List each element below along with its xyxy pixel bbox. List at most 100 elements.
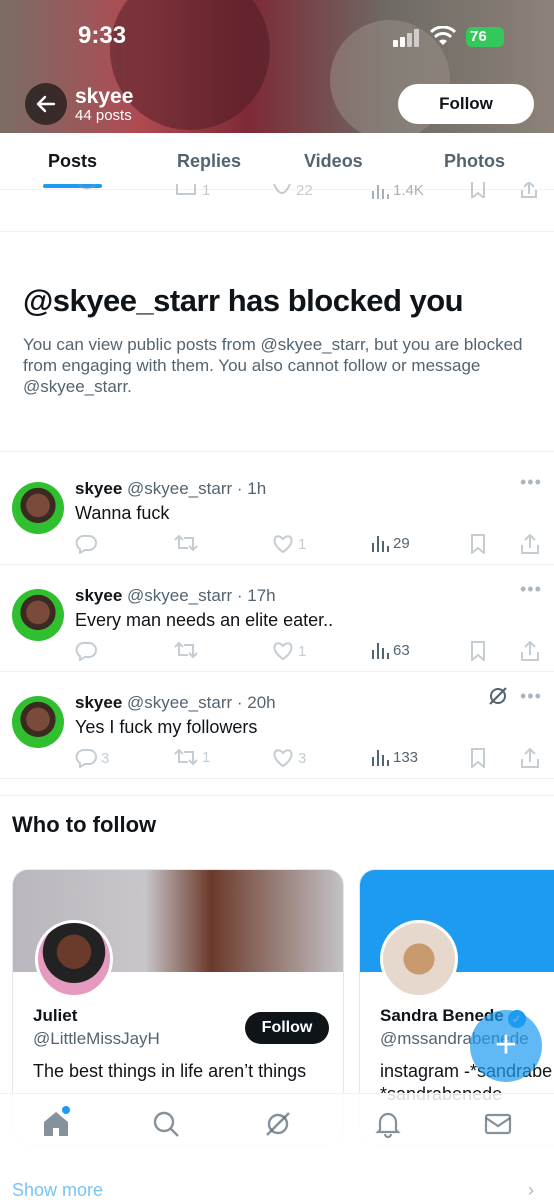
show-more-link[interactable]: Show more [12,1180,103,1200]
avatar[interactable] [12,482,64,534]
compose-button[interactable]: + [470,1010,542,1082]
reply-icon [75,642,97,661]
retweet-count: 1 [174,182,210,199]
post-count: 44 posts [75,107,132,124]
reply-icon [75,535,97,554]
post-text: Every man needs an elite eater.. [75,610,334,630]
retweet-icon [174,748,198,766]
post-text: Yes I fuck my followers [75,717,258,737]
views-action[interactable]: 133 [371,748,418,766]
profile-name: skyee [75,85,134,108]
reply-action[interactable]: 3 [75,748,109,768]
notification-dot [62,1106,70,1114]
post-item[interactable]: skyee @skyee_starr · 20h Yes I fuck my f… [0,672,554,779]
retweet-icon [174,641,198,659]
post-actions: 1 63 [75,641,545,663]
reply-icon [75,749,97,768]
more-icon[interactable]: ••• [520,472,542,493]
avatar[interactable] [12,696,64,748]
heart-icon [273,535,293,554]
post-actions: 1 29 [75,534,545,556]
tab-videos[interactable]: Videos [304,151,363,172]
like-action[interactable]: 1 [272,641,306,661]
share-icon[interactable] [520,641,540,661]
views-icon [372,184,389,199]
follow-button[interactable]: Follow [398,84,534,124]
post-header: skyee @skyee_starr · 1h [75,479,267,498]
grok-icon[interactable] [264,1110,292,1138]
suggestion-name: Juliet [33,1006,78,1025]
battery-indicator: 76 [466,27,504,47]
bookmark-icon[interactable] [470,534,486,554]
back-button[interactable] [25,83,67,125]
reply-action[interactable] [75,534,101,554]
home-icon[interactable] [42,1110,70,1138]
heart-icon [273,749,293,768]
post-time: 1h [247,479,267,498]
views-action[interactable]: 63 [371,641,410,659]
blocked-description: You can view public posts from @skyee_st… [23,335,523,396]
retweet-action[interactable]: 1 [174,748,210,766]
post-author-name: skyee [75,693,123,712]
chevron-right-icon: › [528,1180,534,1200]
suggestion-follow-button[interactable]: Follow [245,1012,329,1044]
divider [0,451,554,452]
share-icon[interactable] [520,534,540,554]
bottom-nav [0,1093,554,1153]
share-icon[interactable] [520,748,540,768]
bell-icon[interactable] [374,1110,402,1138]
like-count: 22 [272,182,313,199]
reply-action[interactable] [75,641,101,661]
post-time: 17h [247,586,276,605]
post-item[interactable]: skyee @skyee_starr · 17h Every man needs… [0,565,554,672]
avatar[interactable] [35,920,113,998]
who-to-follow-title: Who to follow [12,812,157,837]
search-icon[interactable] [152,1110,180,1138]
post-item[interactable]: skyee @skyee_starr · 1h Wanna fuck ••• 1… [0,458,554,565]
divider [0,231,554,232]
retweet-action[interactable] [174,534,202,552]
post-author-name: skyee [75,586,123,605]
bookmark-icon[interactable] [470,641,486,661]
tab-posts[interactable]: Posts [48,151,97,172]
post-text: Wanna fuck [75,503,170,523]
views-icon [372,750,389,766]
tab-photos[interactable]: Photos [444,151,505,172]
avatar[interactable] [380,920,458,998]
views-icon [372,643,389,659]
like-action[interactable]: 1 [272,534,306,554]
post-handle: @skyee_starr [127,586,233,605]
tab-replies[interactable]: Replies [177,151,241,172]
status-time: 9:33 [78,22,127,49]
suggestion-bio: The best things in life aren’t things [33,1061,307,1081]
banner-blur [110,0,270,130]
view-count: 1.4K [371,182,424,199]
share-icon [521,182,537,198]
arrow-left-icon [36,95,56,113]
views-action[interactable]: 29 [371,534,410,552]
reply-icon [78,184,96,190]
partial-post-actions: 1 22 1.4K [0,182,554,212]
retweet-action[interactable] [174,641,202,659]
mail-icon[interactable] [484,1110,512,1138]
signal-icon [393,29,423,47]
grok-icon[interactable] [487,685,509,707]
profile-banner: 9:33 76 skyee 44 posts Follow [0,0,554,133]
blocked-title: @skyee_starr has blocked you [23,283,464,318]
post-time: 20h [247,693,276,712]
avatar[interactable] [12,589,64,641]
views-icon [372,536,389,552]
post-handle: @skyee_starr [127,479,233,498]
more-icon[interactable]: ••• [520,686,542,707]
wifi-icon [430,26,456,45]
bookmark-icon [471,182,485,198]
heart-icon [273,642,293,661]
post-author-name: skyee [75,479,123,498]
bookmark-icon[interactable] [470,748,486,768]
like-action[interactable]: 3 [272,748,306,768]
post-header: skyee @skyee_starr · 17h [75,586,276,605]
retweet-icon [176,183,196,195]
post-handle: @skyee_starr [127,693,233,712]
divider [0,795,554,796]
more-icon[interactable]: ••• [520,579,542,600]
